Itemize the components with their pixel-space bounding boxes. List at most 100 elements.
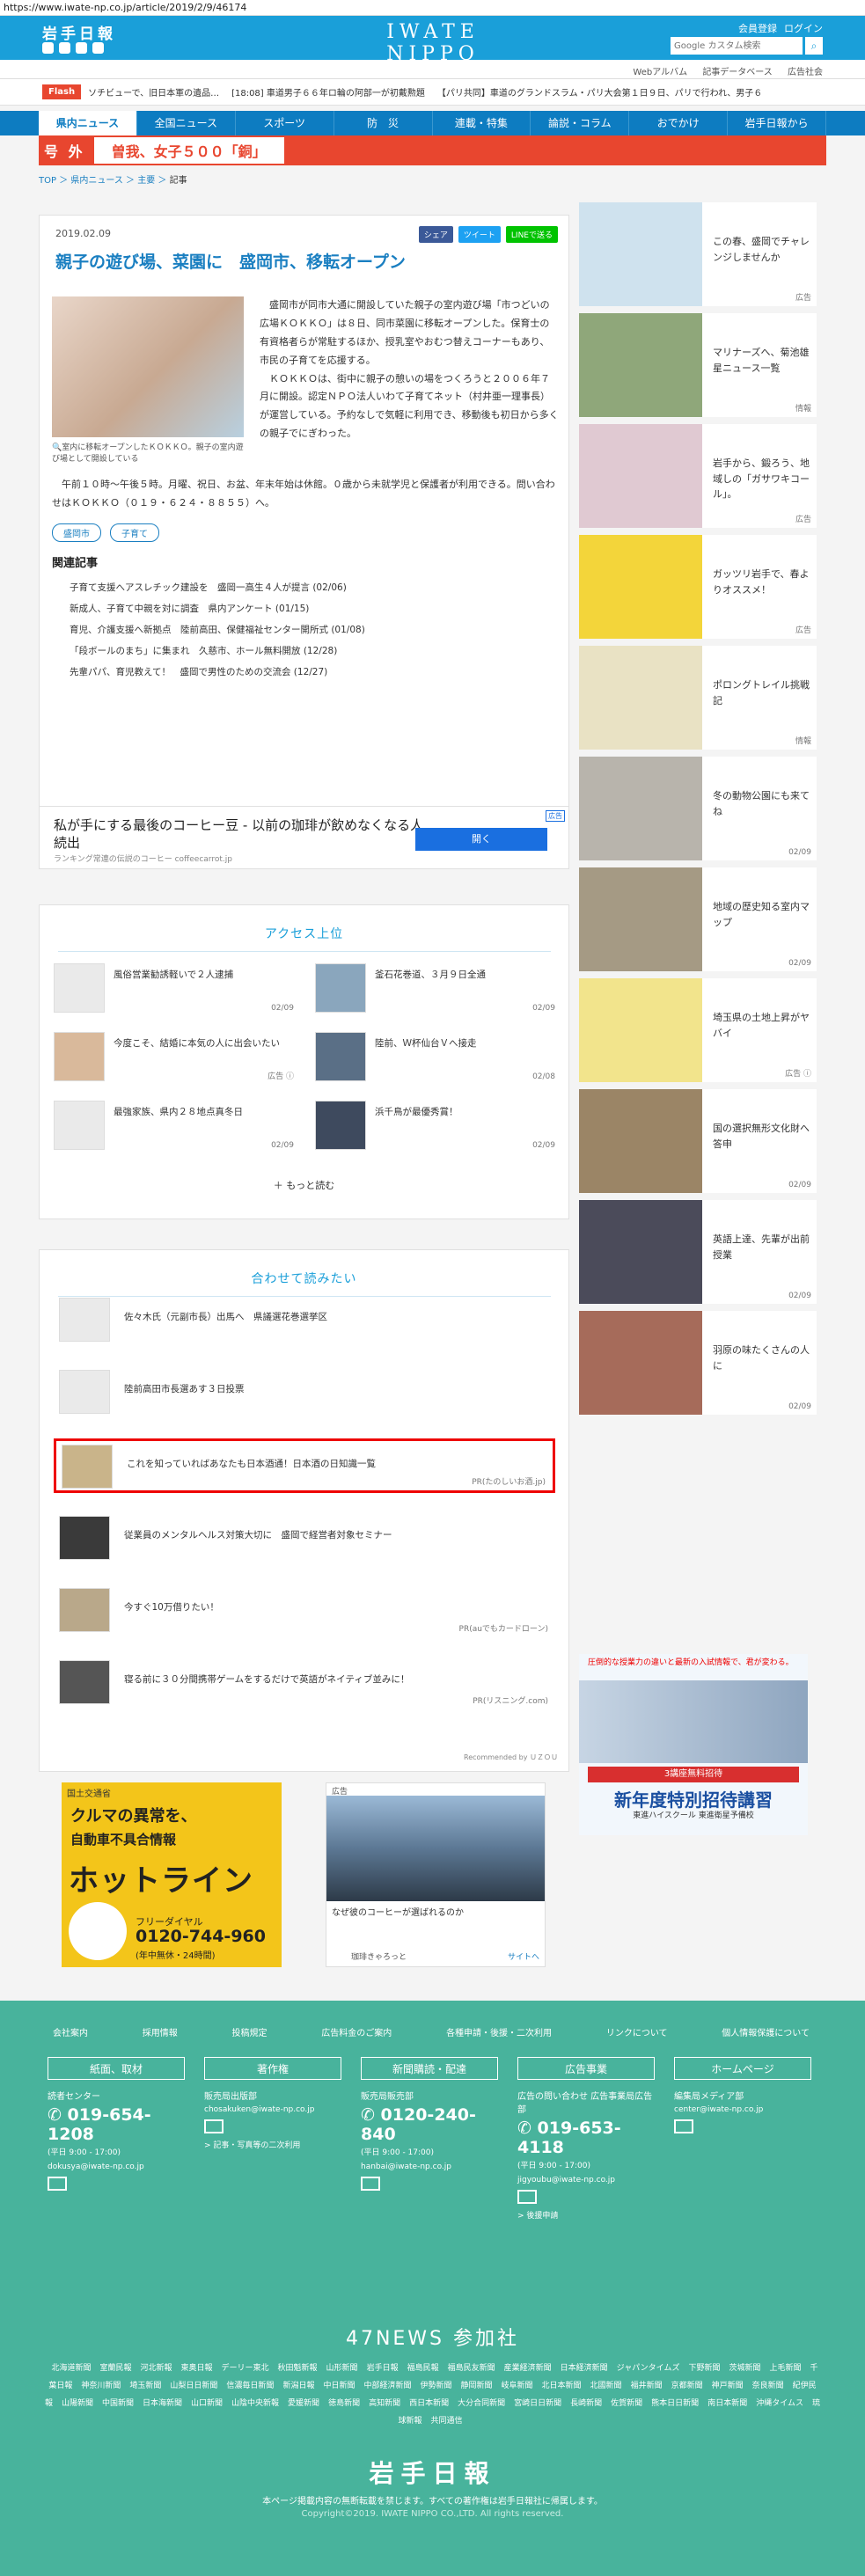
news47-member-link[interactable]: 共同通信 — [431, 2417, 463, 2426]
footer-link[interactable]: 会社案内 — [53, 2025, 88, 2038]
footer-email[interactable]: chosakuken@iwate-np.co.jp — [204, 2105, 341, 2114]
mail-icon[interactable] — [517, 2190, 537, 2204]
footer-email[interactable]: hanbai@iwate-np.co.jp — [361, 2163, 498, 2171]
news47-member-link[interactable]: 静岡新聞 — [461, 2382, 493, 2390]
address-bar[interactable]: https://www.iwate-np.co.jp/article/2019/… — [0, 0, 865, 16]
recommended-item[interactable]: 従業員のメンタルヘルス対策大切に 盛岡で経営者対象セミナー — [54, 1512, 555, 1565]
ad-photo[interactable] — [326, 1796, 545, 1901]
sidebar-item[interactable]: ポロングトレイル挑戦記 情報 — [579, 646, 817, 750]
news47-member-link[interactable]: 中国新聞 — [102, 2399, 134, 2408]
related-article-link[interactable]: 新成人、子育て中親を対に調査 県内アンケート (01/15) — [52, 598, 562, 619]
footer-col-heading[interactable]: 紙面、取材 — [48, 2057, 185, 2080]
news47-member-link[interactable]: 北海道新聞 — [51, 2364, 91, 2373]
recommended-thumbnail[interactable] — [59, 1516, 110, 1560]
sidebar-item[interactable]: 岩手から、鍛ろう、地域しの「ガサワキコール」。 広告 — [579, 424, 817, 528]
ranking-item[interactable]: 釜石花巻道、３月９日全通 02/09 — [315, 963, 555, 1013]
sidebar-text[interactable]: この春、盛岡でチャレンジしませんか — [713, 234, 810, 265]
footer-link[interactable]: 個人情報保護について — [722, 2025, 810, 2038]
footer-link[interactable]: 広告料金のご案内 — [321, 2025, 392, 2038]
news47-member-link[interactable]: 宮崎日日新聞 — [514, 2399, 561, 2408]
breadcrumb-main[interactable]: 主要 — [137, 176, 155, 186]
related-article-link[interactable]: 子育て支援へアスレチック建設を 盛岡一高生４人が提言 (02/06) — [52, 577, 562, 598]
nav-disaster[interactable]: 防 災 — [334, 111, 433, 135]
coffee-ad-title[interactable]: 私が手にする最後のコーヒー豆 - 以前の珈琲が飲めなくなる人続出 — [54, 817, 432, 852]
tag-childcare[interactable]: 子育て — [110, 523, 159, 542]
footer-sponsorship-link[interactable]: > 後援申請 — [517, 2209, 655, 2221]
news47-member-link[interactable]: 信濃毎日新聞 — [226, 2382, 274, 2390]
mail-icon[interactable] — [48, 2177, 67, 2191]
footer-col-heading[interactable]: 広告事業 — [517, 2057, 655, 2080]
recommended-text[interactable]: 従業員のメンタルヘルス対策大切に 盛岡で経営者対象セミナー — [124, 1528, 538, 1541]
news47-member-link[interactable]: 中部経済新聞 — [363, 2382, 411, 2390]
tweet-button[interactable]: ツイート — [458, 226, 501, 243]
ranking-item[interactable]: 陸前、Ｗ杯仙台Ｖへ接走 02/08 — [315, 1032, 555, 1081]
recommended-thumbnail[interactable] — [62, 1445, 113, 1489]
line-share-button[interactable]: LINEで送る — [505, 226, 558, 243]
nav-prefecture-news[interactable]: 県内ニュース — [39, 111, 137, 135]
ranking-text[interactable]: 今度こそ、結婚に本気の人に出会いたい — [114, 1037, 290, 1051]
sidebar-text[interactable]: 岩手から、鍛ろう、地域しの「ガサワキコール」。 — [713, 456, 810, 502]
news47-member-link[interactable]: 日本海新聞 — [143, 2399, 182, 2408]
news47-member-link[interactable]: 埼玉新聞 — [129, 2382, 161, 2390]
sidebar-thumbnail[interactable] — [579, 978, 702, 1082]
facebook-share-button[interactable]: シェア — [418, 226, 453, 243]
nav-sports[interactable]: スポーツ — [236, 111, 334, 135]
sidebar-thumbnail[interactable] — [579, 313, 702, 417]
recommended-item-highlighted[interactable]: これを知っていればあなたも日本酒通！日本酒の日知識一覧 PR(たのしいお酒.jp) — [54, 1438, 555, 1493]
search-input[interactable] — [671, 37, 803, 55]
flash-item[interactable]: 【パリ共同】車道のグランドスラム・パリ大会第１日９日、パリで行われ、男子６ — [437, 85, 762, 99]
sidebar-item[interactable]: この春、盛岡でチャレンジしませんか 広告 — [579, 202, 817, 306]
news47-member-link[interactable]: 産業経済新聞 — [504, 2364, 552, 2373]
sidebar-text[interactable]: 英語上達、先輩が出前授業 — [713, 1232, 810, 1262]
recommended-thumbnail[interactable] — [59, 1660, 110, 1704]
search-icon[interactable]: ⌕ — [805, 37, 823, 55]
ranking-thumbnail[interactable] — [315, 1032, 366, 1081]
footer-link[interactable]: 採用情報 — [143, 2025, 178, 2038]
subnav-web-album[interactable]: Webアルバム — [633, 68, 687, 77]
news47-member-link[interactable]: 山梨日日新聞 — [170, 2382, 217, 2390]
sidebar-item[interactable]: 埼玉県の土地上昇がヤバイ 広告 ⓘ — [579, 978, 817, 1082]
news47-member-link[interactable]: 中日新聞 — [323, 2382, 355, 2390]
sidebar-thumbnail[interactable] — [579, 1200, 702, 1304]
recommended-text[interactable]: 寝る前に３０分間携帯ゲームをするだけで英語がネイティブ並みに！ — [124, 1672, 538, 1686]
ranking-thumbnail[interactable] — [54, 1032, 105, 1081]
news47-member-link[interactable]: 京都新聞 — [671, 2382, 703, 2390]
news47-member-link[interactable]: 長崎新聞 — [570, 2399, 602, 2408]
recommended-text[interactable]: これを知っていればあなたも日本酒通！日本酒の日知識一覧 — [127, 1457, 540, 1470]
sidebar-text[interactable]: 国の選択無形文化財へ答申 — [713, 1121, 810, 1152]
news47-member-link[interactable]: デーリー東北 — [222, 2364, 269, 2373]
sidebar-text[interactable]: 埼玉県の土地上昇がヤバイ — [713, 1010, 810, 1041]
news47-member-link[interactable]: 新潟日報 — [282, 2382, 314, 2390]
related-article-link[interactable]: 「段ボールのまち」に集まれ 久慈市、ホール無料開放 (12/28) — [52, 640, 562, 662]
site-logo-small[interactable]: 岩手日報 — [42, 21, 116, 43]
news47-member-link[interactable]: 岩手日報 — [367, 2364, 399, 2373]
hotline-ad[interactable]: 国土交通省 クルマの異常を、 自動車不具合情報 ホットライン フリーダイヤル 0… — [62, 1782, 282, 1967]
news47-member-link[interactable]: 北國新聞 — [590, 2382, 622, 2390]
ranking-item[interactable]: 最強家族、県内２８地点真冬日 02/09 — [54, 1101, 294, 1150]
sidebar-text[interactable]: ポロングトレイル挑戦記 — [713, 677, 810, 708]
recommended-item[interactable]: 今すぐ10万借りたい！ PR(auでもカードローン) — [54, 1584, 555, 1637]
news47-member-link[interactable]: 熊本日日新聞 — [651, 2399, 699, 2408]
sidebar-thumbnail[interactable] — [579, 424, 702, 528]
sidebar-text[interactable]: 冬の動物公園にも来てね — [713, 788, 810, 819]
news47-member-link[interactable]: 東奥日報 — [181, 2364, 213, 2373]
sidebar-item[interactable]: 冬の動物公園にも来てね 02/09 — [579, 757, 817, 860]
sidebar-item[interactable]: 地域の歴史知る室内マップ 02/09 — [579, 867, 817, 971]
footer-link[interactable]: 各種申請・後援・二次利用 — [446, 2025, 552, 2038]
nav-national-news[interactable]: 全国ニュース — [137, 111, 236, 135]
cram-school-ad[interactable]: 圧倒的な授業力の違いと最新の入試情報で、君が変わる。 3講座無料招待 新年度特別… — [579, 1654, 808, 1835]
sidebar-item[interactable]: ガッツリ岩手で、春よりオススメ！ 広告 — [579, 535, 817, 639]
news47-member-link[interactable]: 奈良新聞 — [752, 2382, 784, 2390]
sidebar-item[interactable]: 国の選択無形文化財へ答申 02/09 — [579, 1089, 817, 1193]
mail-icon[interactable] — [674, 2119, 693, 2133]
news47-member-link[interactable]: 山形新聞 — [326, 2364, 358, 2373]
recommended-text[interactable]: 今すぐ10万借りたい！ — [124, 1600, 538, 1614]
sidebar-thumbnail[interactable] — [579, 202, 702, 306]
ranking-thumbnail[interactable] — [315, 1101, 366, 1150]
coffee-ad-open-button[interactable]: 開く — [415, 828, 547, 851]
news47-member-link[interactable]: 茨城新聞 — [729, 2364, 760, 2373]
footer-email[interactable]: jigyoubu@iwate-np.co.jp — [517, 2176, 655, 2184]
twitter-icon[interactable] — [42, 42, 54, 54]
nav-editorial[interactable]: 論説・コラム — [531, 111, 630, 135]
ranking-thumbnail[interactable] — [315, 963, 366, 1013]
